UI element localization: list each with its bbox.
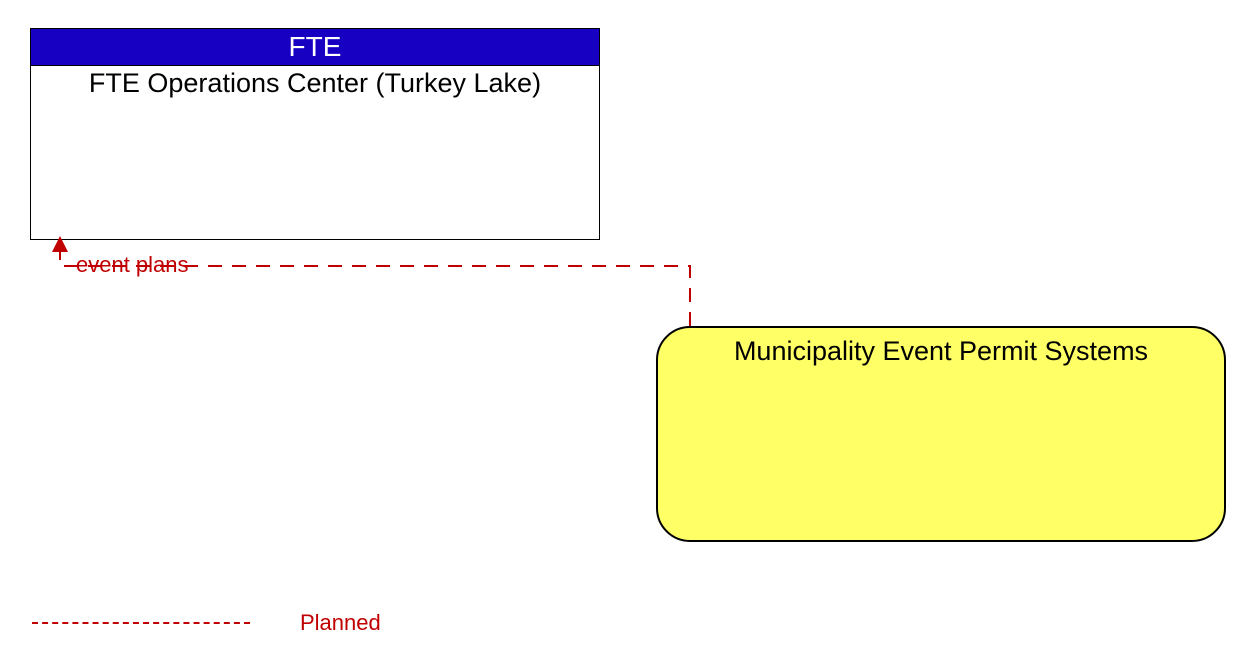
municipality-title: Municipality Event Permit Systems xyxy=(734,336,1148,366)
municipality-box: Municipality Event Permit Systems xyxy=(656,326,1226,542)
fte-body: FTE Operations Center (Turkey Lake) xyxy=(30,66,600,240)
legend-label-text: Planned xyxy=(300,610,381,635)
flow-label-text: event plans xyxy=(76,252,189,277)
legend-line-planned xyxy=(32,622,250,624)
fte-body-label: FTE Operations Center (Turkey Lake) xyxy=(89,68,541,98)
fte-header-label: FTE xyxy=(289,31,342,62)
legend-label-planned: Planned xyxy=(300,610,381,636)
fte-header: FTE xyxy=(30,28,600,66)
flow-label-event-plans: event plans xyxy=(76,252,189,278)
